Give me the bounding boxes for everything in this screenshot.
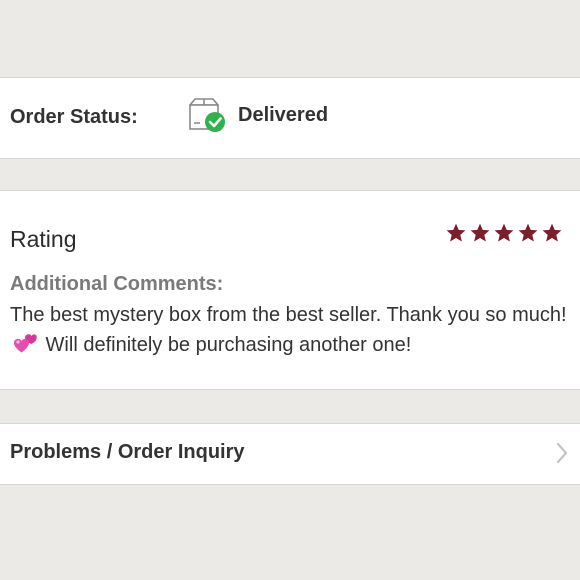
comments-text-end: Will definitely be purchasing another on… — [40, 334, 412, 356]
star-icon — [494, 223, 514, 242]
order-inquiry-label: Problems / Order Inquiry — [10, 441, 245, 463]
star-icon — [518, 223, 538, 242]
order-status-value: Delivered — [238, 104, 329, 126]
chevron-right-icon[interactable] — [555, 441, 569, 465]
comments-body: The best mystery box from the best selle… — [10, 300, 570, 360]
star-rating — [445, 222, 563, 244]
delivered-box-check-icon — [189, 98, 225, 132]
order-status-label: Order Status: — [10, 106, 138, 128]
comments-text-start: The best mystery box from the best selle… — [10, 304, 567, 326]
rating-title: Rating — [10, 226, 77, 252]
star-icon — [446, 223, 466, 242]
star-icon — [470, 223, 490, 242]
two-hearts-icon — [14, 334, 37, 353]
comments-heading: Additional Comments: — [10, 273, 224, 295]
star-icon — [542, 223, 562, 242]
